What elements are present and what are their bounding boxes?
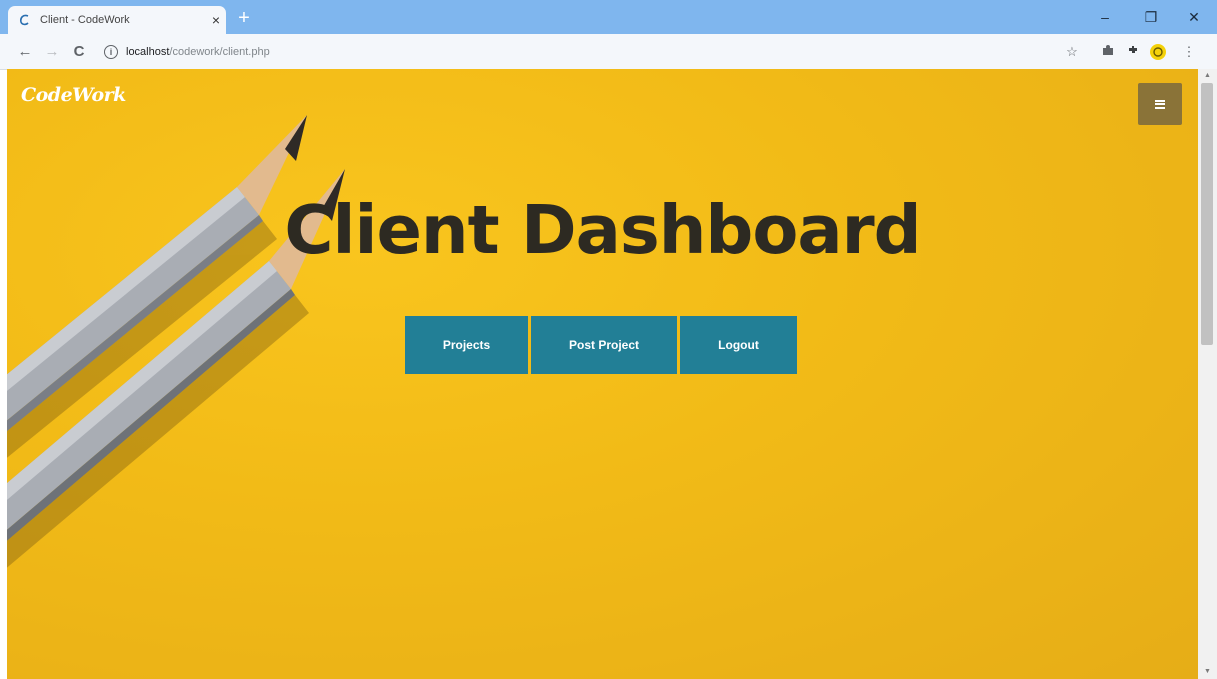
tab-close-icon[interactable]: × — [206, 12, 226, 28]
maximize-button[interactable]: ❐ — [1128, 0, 1174, 34]
scroll-up-icon[interactable]: ▲ — [1198, 69, 1217, 83]
hamburger-icon — [1155, 99, 1165, 109]
reload-button[interactable]: C — [68, 42, 90, 62]
dashboard-button-group: Projects Post Project Logout — [405, 316, 797, 374]
forward-button[interactable]: → — [41, 42, 63, 62]
page-title: Client Dashboard — [284, 191, 921, 269]
tab-title: Client - CodeWork — [40, 14, 130, 26]
url-host: localhost — [126, 46, 170, 58]
browser-tab[interactable]: Client - CodeWork × — [8, 6, 226, 34]
address-bar: ← → C i localhost/codework/client.php ☆ … — [0, 34, 1217, 70]
page-scrollbar[interactable]: ▲ ▼ — [1198, 69, 1217, 679]
info-icon[interactable]: i — [104, 45, 118, 59]
puzzle-icon[interactable] — [1124, 43, 1142, 61]
scroll-thumb[interactable] — [1201, 83, 1213, 345]
logout-button[interactable]: Logout — [680, 316, 797, 374]
url-field[interactable]: i localhost/codework/client.php — [104, 41, 1054, 63]
codework-favicon-icon — [18, 13, 32, 27]
browser-tab-bar: Client - CodeWork × + – ❐ ✕ — [0, 0, 1217, 34]
post-project-button[interactable]: Post Project — [531, 316, 680, 374]
url-path: /codework/client.php — [169, 46, 270, 58]
projects-button[interactable]: Projects — [405, 316, 531, 374]
profile-icon[interactable] — [1149, 43, 1167, 61]
new-tab-button[interactable]: + — [233, 7, 255, 29]
back-button[interactable]: ← — [14, 42, 36, 62]
more-menu-icon[interactable]: ⋮ — [1180, 43, 1198, 61]
pencils-image — [7, 115, 345, 568]
extension-icon[interactable] — [1099, 43, 1117, 61]
close-window-button[interactable]: ✕ — [1171, 0, 1217, 34]
hamburger-menu-button[interactable] — [1138, 83, 1182, 125]
minimize-button[interactable]: – — [1082, 0, 1128, 34]
brand-logo[interactable]: CodeWork — [21, 84, 126, 106]
scroll-down-icon[interactable]: ▼ — [1198, 665, 1217, 679]
page-hero: CodeWork Client Dashboard Projects Post … — [7, 69, 1198, 679]
star-icon[interactable]: ☆ — [1063, 43, 1081, 61]
